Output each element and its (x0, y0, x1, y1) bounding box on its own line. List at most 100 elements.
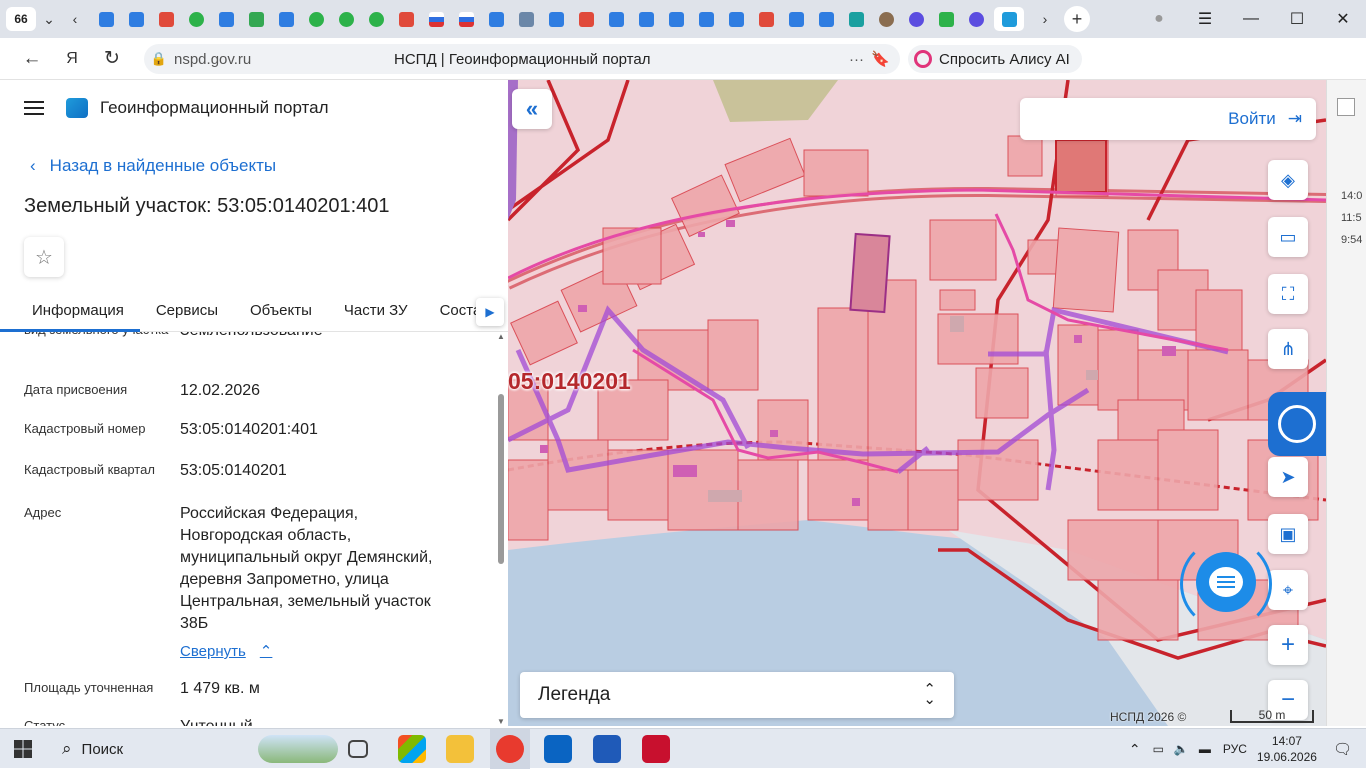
tab-favicon[interactable] (904, 7, 928, 31)
tab-favicon[interactable] (244, 7, 268, 31)
file-explorer-icon[interactable] (446, 735, 474, 763)
tab-favicon[interactable] (184, 7, 208, 31)
favorite-star-button[interactable]: ☆ (24, 237, 64, 277)
clock[interactable]: 14:07 19.06.2026 (1257, 733, 1317, 765)
attribute-label: вид земельного участка (24, 332, 180, 342)
chevron-down-icon[interactable]: ⌄ (36, 6, 62, 32)
notifications-icon[interactable]: 🗨 (1333, 740, 1352, 758)
tab-favicon[interactable] (814, 7, 838, 31)
gosuslugi-widget-button[interactable] (1268, 392, 1326, 456)
tab-favicon[interactable] (934, 7, 958, 31)
tab-favicon[interactable] (664, 7, 688, 31)
outlook-icon[interactable] (544, 735, 572, 763)
task-view-icon[interactable] (348, 740, 368, 758)
tab-favicon[interactable] (304, 7, 328, 31)
tab-favicon[interactable] (634, 7, 658, 31)
panel-scrollbar[interactable]: ▲ ▼ (496, 332, 506, 726)
yandex-icon[interactable]: Я (52, 39, 92, 79)
battery-icon[interactable]: ▬ (1199, 742, 1211, 756)
tab-favicon[interactable] (124, 7, 148, 31)
tab-favicon[interactable] (874, 7, 898, 31)
chat-button[interactable] (1196, 552, 1256, 612)
tab-parts[interactable]: Части ЗУ (328, 294, 424, 332)
address-field[interactable]: 🔒 nspd.gov.ru НСПД | Геоинформационный п… (144, 44, 900, 74)
attribute-label: Кадастровый номер (24, 421, 146, 436)
tab-services[interactable]: Сервисы (140, 294, 234, 332)
profile-icon[interactable]: ● (1136, 10, 1182, 28)
tab-favicon[interactable] (334, 7, 358, 31)
attribute-label: Адрес (24, 505, 62, 520)
scroll-thumb[interactable] (498, 394, 504, 564)
map-view[interactable]: 05:0140201 « Войти ⇥ ◈ ▭ ⛶ ⋔ ➤ ▣ ⌖ + − Л… (508, 80, 1326, 726)
tab-favicon[interactable] (514, 7, 538, 31)
tab-favicon[interactable] (454, 7, 478, 31)
taskbar-search[interactable]: ⌕ Поиск (48, 732, 244, 766)
more-icon[interactable]: ··· (849, 51, 864, 68)
windows-start-icon[interactable] (14, 740, 32, 758)
reload-icon[interactable]: ↻ (92, 39, 132, 79)
zoom-in-button[interactable]: + (1268, 625, 1308, 665)
active-tab[interactable] (994, 7, 1024, 31)
volume-icon[interactable]: 🔈 (1174, 742, 1189, 756)
back-arrow-icon[interactable]: ← (12, 39, 52, 79)
locate-button[interactable]: ➤ (1268, 457, 1308, 497)
legend-dropdown[interactable]: Легенда ⌃ ⌄ (520, 672, 954, 718)
yandex-browser-icon[interactable] (490, 729, 530, 769)
word-icon[interactable] (593, 735, 621, 763)
acrobat-icon[interactable] (642, 735, 670, 763)
maximize-button[interactable]: ☐ (1274, 9, 1320, 29)
store-icon[interactable] (398, 735, 426, 763)
cadastral-map[interactable] (508, 80, 1326, 726)
chevron-left-icon[interactable]: ‹ (62, 6, 88, 32)
select-area-button[interactable]: ⛶ (1268, 274, 1308, 314)
collapse-panel-button[interactable]: « (512, 89, 552, 129)
address-bar-row: ← Я ↻ 🔒 nspd.gov.ru НСПД | Геоинформацио… (0, 38, 1366, 112)
tab-favicon[interactable] (964, 7, 988, 31)
login-button[interactable]: Войти ⇥ (1020, 98, 1316, 140)
tab-favicon[interactable] (724, 7, 748, 31)
new-tab-button[interactable]: + (1064, 6, 1090, 32)
gosuslugi-icon (1278, 405, 1316, 443)
chevron-up-icon[interactable]: ⌃ (1129, 741, 1141, 758)
tab-favicon[interactable] (784, 7, 808, 31)
tab-favicon[interactable] (364, 7, 388, 31)
menu-icon[interactable]: ☰ (1182, 9, 1228, 29)
layers-button[interactable]: ◈ (1268, 160, 1308, 200)
tab-favicon[interactable] (484, 7, 508, 31)
tab-favicon[interactable] (754, 7, 778, 31)
ask-alice-button[interactable]: Спросить Алису AI (908, 45, 1082, 73)
tab-favicon[interactable] (844, 7, 868, 31)
language-indicator[interactable]: РУС (1223, 742, 1247, 756)
back-to-results-link[interactable]: ‹ Назад в найденные объекты (30, 156, 276, 176)
tabs-next-button[interactable]: ▶ (476, 298, 504, 326)
scroll-up-icon[interactable] (1337, 98, 1355, 116)
minimap-button[interactable]: ▣ (1268, 514, 1308, 554)
ruler-button[interactable]: ▭ (1268, 217, 1308, 257)
tab-favicon[interactable] (604, 7, 628, 31)
minimize-button[interactable]: — (1228, 10, 1274, 28)
collapse-link[interactable]: Свернуть ⌃ (180, 641, 484, 663)
object-title: Земельный участок: 53:05:0140201:401 (24, 195, 390, 217)
network-icon[interactable]: ▭ (1153, 742, 1164, 756)
tab-favicon[interactable] (544, 7, 568, 31)
close-button[interactable]: ✕ (1320, 9, 1366, 29)
bookmark-icon[interactable]: 🔖 (871, 50, 890, 68)
search-location-button[interactable]: ⌖ (1268, 570, 1308, 610)
tab-favicon[interactable] (274, 7, 298, 31)
scroll-up-icon[interactable]: ▲ (497, 332, 505, 341)
tab-information[interactable]: Информация (0, 294, 140, 332)
chevron-right-icon[interactable]: › (1032, 6, 1058, 32)
menu-icon[interactable] (24, 101, 44, 115)
tab-favicon[interactable] (214, 7, 238, 31)
tab-favicon[interactable] (424, 7, 448, 31)
share-button[interactable]: ⋔ (1268, 329, 1308, 369)
tab-favicon[interactable] (694, 7, 718, 31)
scroll-down-icon[interactable]: ▼ (497, 717, 505, 726)
tab-favicon[interactable] (94, 7, 118, 31)
tab-objects[interactable]: Объекты (234, 294, 328, 332)
tab-favicon[interactable] (154, 7, 178, 31)
attribute-row: Дата присвоения 12.02.2026 (24, 380, 484, 402)
tab-favicon[interactable] (574, 7, 598, 31)
tab-count-badge[interactable]: 66 (6, 7, 36, 31)
tab-favicon[interactable] (394, 7, 418, 31)
